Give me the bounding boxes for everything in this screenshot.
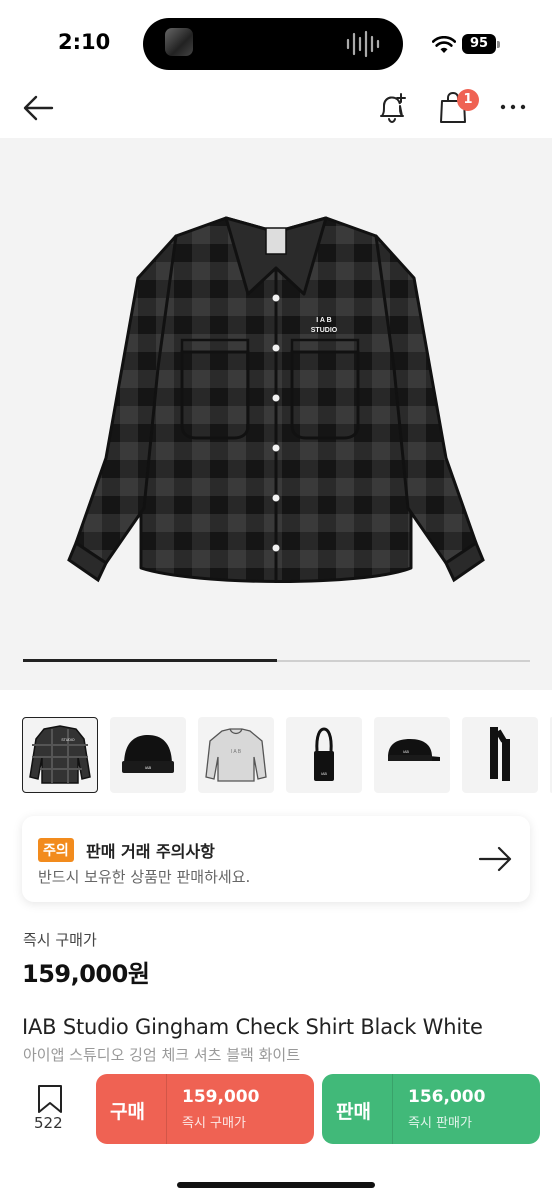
dynamic-island [143, 18, 403, 70]
instant-buy-price-label: 즉시 구매가 [23, 931, 97, 949]
battery-tip [497, 41, 500, 48]
sell-button[interactable]: 판매 156,000 즉시 판매가 [322, 1074, 540, 1144]
bookmark-icon[interactable] [36, 1084, 64, 1114]
status-time: 2:10 [58, 30, 111, 54]
wifi-icon [432, 36, 456, 53]
svg-text:IAB: IAB [321, 772, 327, 776]
check-shirt-image: I A B STUDIO [67, 216, 485, 583]
buy-button[interactable]: 구매 159,000 즉시 구매가 [96, 1074, 314, 1144]
sell-button-divider [392, 1074, 393, 1144]
svg-text:STUDIO: STUDIO [61, 738, 75, 742]
buy-button-label: 구매 [110, 1101, 145, 1123]
svg-text:I A B: I A B [316, 317, 331, 324]
svg-text:STUDIO: STUDIO [311, 327, 338, 334]
more-options-icon[interactable] [500, 100, 526, 114]
thumbnail-cap-icon: IAB [388, 739, 440, 761]
sell-button-sublabel: 즉시 판매가 [408, 1116, 472, 1131]
svg-text:I A B: I A B [231, 749, 242, 755]
bookmark-count: 522 [34, 1114, 63, 1132]
thumbnail-sweatshirt[interactable]: I A B [198, 717, 274, 793]
thumbnail-cap[interactable]: IAB [374, 717, 450, 793]
thumbnail-shirt[interactable]: STUDIO [22, 717, 98, 793]
thumbnail-sweatshirt-icon: I A B [205, 728, 267, 782]
image-progress-fill [23, 659, 277, 662]
product-title-en: IAB Studio Gingham Check Shirt Black Whi… [22, 1015, 483, 1039]
buy-button-divider [166, 1074, 167, 1144]
audio-waveform-icon [346, 30, 380, 58]
thumbnail-beanie-icon: IAB [122, 735, 174, 773]
notice-badge: 주의 [38, 838, 74, 862]
back-arrow-icon[interactable] [20, 90, 56, 126]
selling-notice-card[interactable]: 주의 판매 거래 주의사항 반드시 보유한 상품만 판매하세요. [22, 816, 530, 902]
sell-button-price: 156,000 [408, 1087, 486, 1107]
instant-buy-price: 159,000원 [22, 960, 150, 988]
cart-count-badge: 1 [457, 89, 479, 111]
thumbnail-shirt-icon: STUDIO [29, 725, 91, 784]
notice-title: 판매 거래 주의사항 [86, 842, 215, 861]
thumbnail-tote-bag[interactable]: IAB [286, 717, 362, 793]
notice-subtitle: 반드시 보유한 상품만 판매하세요. [38, 868, 251, 886]
svg-text:IAB: IAB [403, 750, 409, 754]
thumbnail-tote-bag-icon: IAB [314, 727, 334, 781]
product-image-carousel[interactable]: I A B STUDIO [0, 138, 552, 690]
thumbnail-scarf[interactable] [462, 717, 538, 793]
buy-button-sublabel: 즉시 구매가 [182, 1116, 246, 1131]
sell-button-label: 판매 [336, 1101, 371, 1123]
thumbnail-beanie[interactable]: IAB [110, 717, 186, 793]
svg-text:IAB: IAB [145, 765, 152, 770]
thumbnail-scarf-icon [490, 727, 510, 781]
battery-icon: 95 [462, 34, 496, 54]
now-playing-artwork [165, 28, 193, 56]
arrow-right-icon [478, 846, 512, 872]
home-indicator[interactable] [177, 1182, 375, 1188]
buy-button-price: 159,000 [182, 1087, 260, 1107]
notification-add-icon[interactable] [376, 90, 410, 126]
